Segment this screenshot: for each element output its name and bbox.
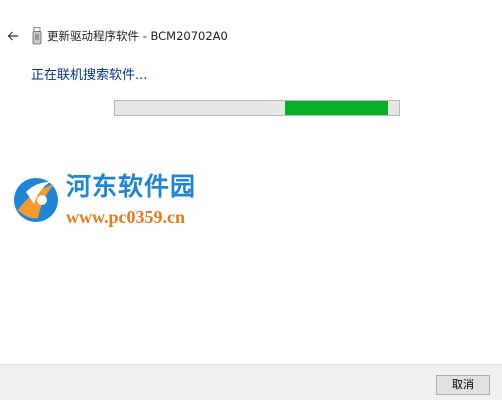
progress-bar xyxy=(114,100,400,116)
watermark-url: www.pc0359.cn xyxy=(66,207,186,227)
pc0359-logo-icon xyxy=(14,178,58,222)
progress-bar-fill xyxy=(285,101,388,115)
watermark-title: 河东软件园 xyxy=(66,172,197,201)
search-status-text: 正在联机搜索软件... xyxy=(31,68,148,83)
cancel-button[interactable]: 取消 xyxy=(436,375,490,395)
window-title: 更新驱动程序软件 - BCM20702A0 xyxy=(47,29,228,43)
usb-device-icon xyxy=(32,27,42,45)
back-arrow-icon xyxy=(7,31,18,41)
back-button[interactable] xyxy=(4,27,22,45)
dialog-header: 更新驱动程序软件 - BCM20702A0 xyxy=(0,24,502,48)
dialog-footer: 取消 xyxy=(0,364,502,400)
